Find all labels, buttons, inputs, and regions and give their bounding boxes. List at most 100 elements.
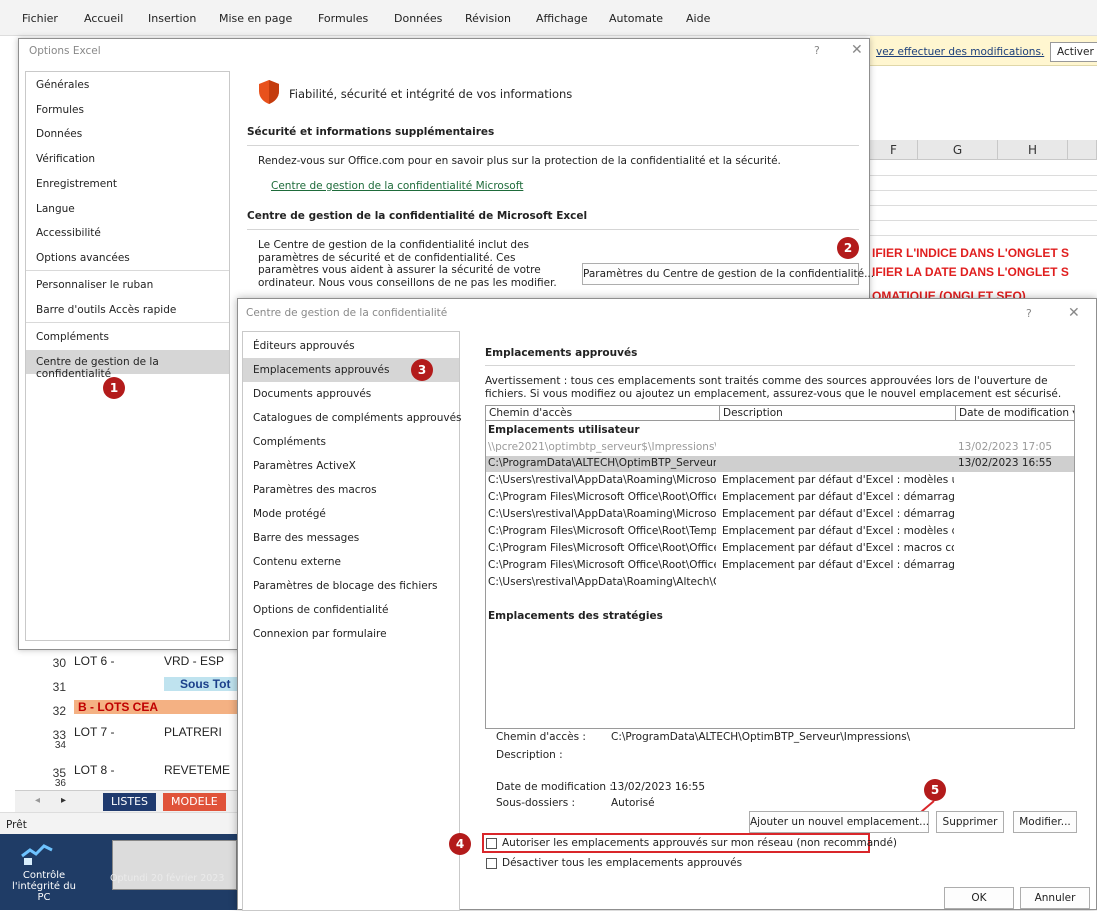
row-number[interactable]: 32 <box>36 704 70 718</box>
pc-health-icon[interactable] <box>20 840 54 866</box>
ok-button[interactable]: OK <box>944 887 1014 909</box>
nav-mode-protege[interactable]: Mode protégé <box>243 502 459 526</box>
nav-complements[interactable]: Compléments <box>243 430 459 454</box>
tab-formules[interactable]: Formules <box>318 12 368 25</box>
ribbon: Fichier Accueil Insertion Mise en page F… <box>0 0 1097 36</box>
nav-documents-approuves[interactable]: Documents approuvés <box>243 382 459 406</box>
cell[interactable]: LOT 8 - <box>74 763 160 777</box>
add-location-button[interactable]: Ajouter un nouvel emplacement... <box>749 811 929 833</box>
row-date: 13/02/2023 16:55 <box>958 457 1053 469</box>
table-row[interactable]: C:\Users\restival\AppData\Roaming\Altech… <box>486 575 1074 591</box>
cell[interactable]: LOT 6 - <box>74 654 160 668</box>
nav-parametres-activex[interactable]: Paramètres ActiveX <box>243 454 459 478</box>
column-header-date[interactable]: Date de modification ▾ <box>956 406 1074 421</box>
table-row[interactable]: C:\Program Files\Microsoft Office\Root\O… <box>486 490 1074 506</box>
tab-aide[interactable]: Aide <box>686 12 710 25</box>
nav-blocage-fichiers[interactable]: Paramètres de blocage des fichiers <box>243 574 459 598</box>
cell[interactable]: PLATRERI <box>164 725 237 739</box>
column-header-g[interactable]: G <box>918 140 998 160</box>
message-bar-link[interactable]: vez effectuer des modifications. <box>876 46 1044 58</box>
nav-parametres-macros[interactable]: Paramètres des macros <box>243 478 459 502</box>
trusted-locations-heading: Emplacements approuvés <box>485 347 638 359</box>
group-label: Emplacements utilisateur <box>488 424 640 436</box>
table-row-selected[interactable]: C:\ProgramData\ALTECH\OptimBTP_Serveur\I… <box>486 456 1074 472</box>
tab-insertion[interactable]: Insertion <box>148 12 196 25</box>
row-path: \\pcre2021\optimbtp_serveur$\Impressions… <box>488 441 716 453</box>
nav-complements[interactable]: Compléments <box>26 325 229 349</box>
sheet-tab-modele[interactable]: MODELE <box>163 793 226 811</box>
warning-text: Avertissement : tous ces emplacements so… <box>485 375 1062 400</box>
cell[interactable]: VRD - ESP <box>164 654 237 668</box>
step-badge-4: 4 <box>449 833 471 855</box>
disable-all-checkbox[interactable] <box>486 858 497 869</box>
nav-personnaliser-ruban[interactable]: Personnaliser le ruban <box>26 273 229 297</box>
tab-fichier[interactable]: Fichier <box>22 12 58 25</box>
scroll-left-icon[interactable]: ◂ <box>35 795 40 806</box>
tab-donnees[interactable]: Données <box>394 12 442 25</box>
cell[interactable]: B - LOTS CEA <box>74 700 237 714</box>
trusted-locations-list[interactable]: Chemin d'accès Description Date de modif… <box>485 405 1075 729</box>
nav-barre-messages[interactable]: Barre des messages <box>243 526 459 550</box>
cell[interactable]: REVETEME <box>164 763 237 777</box>
tab-mise-en-page[interactable]: Mise en page <box>219 12 292 25</box>
tab-affichage[interactable]: Affichage <box>536 12 588 25</box>
network-locations-checkbox[interactable] <box>486 838 497 849</box>
close-icon[interactable]: ✕ <box>851 42 863 58</box>
table-row[interactable]: C:\Users\restival\AppData\Roaming\Micros… <box>486 507 1074 523</box>
network-locations-label[interactable]: Autoriser les emplacements approuvés sur… <box>502 837 897 849</box>
nav-accessibilite[interactable]: Accessibilité <box>26 221 229 245</box>
cell[interactable]: LOT 7 - <box>74 725 160 739</box>
row-path: C:\ProgramData\ALTECH\OptimBTP_Serveur\I <box>488 457 716 469</box>
nav-catalogues-complements[interactable]: Catalogues de compléments approuvés <box>243 406 462 430</box>
nav-contenu-externe[interactable]: Contenu externe <box>243 550 459 574</box>
nav-formules[interactable]: Formules <box>26 98 229 122</box>
nav-enregistrement[interactable]: Enregistrement <box>26 172 229 196</box>
column-header-description[interactable]: Description <box>720 406 956 421</box>
row-number[interactable]: 36 <box>36 778 70 789</box>
nav-centre-confidentialite[interactable]: Centre de gestion de la confidentialité <box>26 350 229 380</box>
nav-verification[interactable]: Vérification <box>26 147 229 171</box>
privacy-link[interactable]: Centre de gestion de la confidentialité … <box>271 180 523 192</box>
nav-options-avancees[interactable]: Options avancées <box>26 246 229 270</box>
tab-revision[interactable]: Révision <box>465 12 511 25</box>
disable-all-label[interactable]: Désactiver tous les emplacements approuv… <box>502 857 742 869</box>
step-badge-2: 2 <box>837 237 859 259</box>
trust-center-settings-button[interactable]: Paramètres du Centre de gestion de la co… <box>582 263 874 285</box>
activer-button[interactable]: Activer <box>1050 42 1097 62</box>
modify-button[interactable]: Modifier... <box>1013 811 1077 833</box>
nav-donnees[interactable]: Données <box>26 122 229 146</box>
nav-generales[interactable]: Générales <box>26 73 229 97</box>
column-header-next[interactable] <box>1068 140 1097 160</box>
help-icon[interactable]: ? <box>1026 307 1032 320</box>
column-header-f[interactable]: F <box>870 140 918 160</box>
detail-date-label: Date de modification : <box>496 781 613 793</box>
row-path: C:\Users\restival\AppData\Roaming\Micros… <box>488 474 716 486</box>
nav-editeurs-approuves[interactable]: Éditeurs approuvés <box>243 334 459 358</box>
pc-health-label[interactable]: Contrôle l'intégrité du PC <box>4 870 84 903</box>
tab-accueil[interactable]: Accueil <box>84 12 123 25</box>
table-row[interactable]: C:\Program Files\Microsoft Office\Root\O… <box>486 541 1074 557</box>
table-row[interactable]: C:\Program Files\Microsoft Office\Root\T… <box>486 524 1074 540</box>
tab-automate[interactable]: Automate <box>609 12 663 25</box>
close-icon[interactable]: ✕ <box>1068 305 1080 321</box>
nav-barre-acces-rapide[interactable]: Barre d'outils Accès rapide <box>26 298 229 322</box>
table-row[interactable]: C:\Users\restival\AppData\Roaming\Micros… <box>486 473 1074 489</box>
row-description: Emplacement par défaut d'Excel : démarra… <box>722 491 954 503</box>
row-number[interactable]: 30 <box>36 656 70 670</box>
cancel-button[interactable]: Annuler <box>1020 887 1090 909</box>
cell[interactable]: Sous Tot <box>164 677 237 691</box>
row-path: C:\Program Files\Microsoft Office\Root\T… <box>488 525 716 537</box>
nav-connexion-formulaire[interactable]: Connexion par formulaire <box>243 622 459 646</box>
scroll-right-icon[interactable]: ▸ <box>61 795 66 806</box>
nav-langue[interactable]: Langue <box>26 197 229 221</box>
help-icon[interactable]: ? <box>814 44 820 57</box>
delete-button[interactable]: Supprimer <box>936 811 1004 833</box>
nav-options-confidentialite[interactable]: Options de confidentialité <box>243 598 459 622</box>
table-row[interactable]: C:\Program Files\Microsoft Office\Root\O… <box>486 558 1074 574</box>
column-header-h[interactable]: H <box>998 140 1068 160</box>
table-row[interactable]: \\pcre2021\optimbtp_serveur$\Impressions… <box>486 440 1074 456</box>
row-number[interactable]: 31 <box>36 680 70 694</box>
column-header-path[interactable]: Chemin d'accès <box>486 406 720 421</box>
row-number[interactable]: 34 <box>36 740 70 751</box>
sheet-tab-listes[interactable]: LISTES <box>103 793 157 811</box>
